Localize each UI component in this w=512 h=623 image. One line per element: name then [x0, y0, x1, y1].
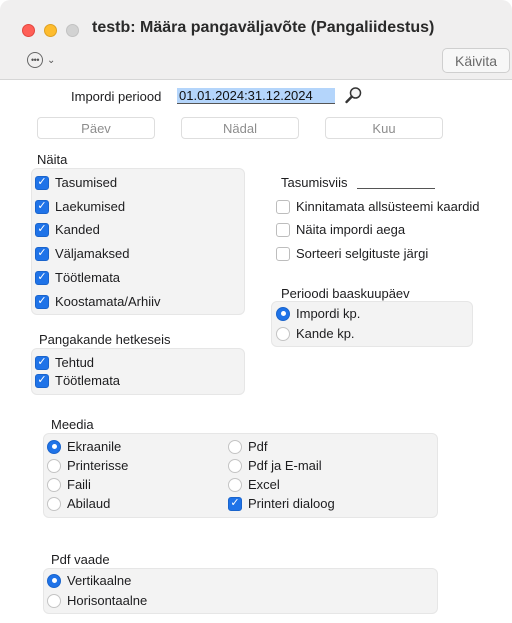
- pdf-view-label: Pdf vaade: [51, 552, 110, 567]
- radio-selected-icon: [47, 573, 61, 588]
- radio-unselected-icon: [228, 477, 242, 492]
- media-excel[interactable]: Excel: [228, 477, 280, 492]
- form-content: Impordi periood 01.01.2024:31.12.2024 Pä…: [0, 80, 512, 623]
- radio-unselected-icon: [276, 326, 290, 341]
- show-item-receipts[interactable]: ✓ Laekumised: [35, 199, 125, 214]
- report-window: testb: Määra pangaväljavõte (Pangaliides…: [0, 0, 512, 623]
- radio-unselected-icon: [228, 439, 242, 454]
- checkbox-checked-icon: ✓: [35, 222, 49, 237]
- base-date-label: Perioodi baaskuupäev: [281, 286, 410, 301]
- media-printer[interactable]: Printerisse: [47, 458, 128, 473]
- bank-status-done[interactable]: ✓ Tehtud: [35, 355, 94, 370]
- month-button[interactable]: Kuu: [325, 117, 443, 139]
- media-printer-dialog[interactable]: ✓ Printeri dialoog: [228, 496, 335, 511]
- search-icon[interactable]: [344, 85, 364, 105]
- title-bar: testb: Määra pangaväljavõte (Pangaliides…: [0, 0, 512, 80]
- radio-unselected-icon: [47, 496, 61, 511]
- checkbox-checked-icon: ✓: [35, 270, 49, 285]
- run-button[interactable]: Käivita: [442, 48, 510, 73]
- base-date-import[interactable]: Impordi kp.: [276, 306, 360, 321]
- pdf-view-landscape[interactable]: Horisontaalne: [47, 593, 147, 608]
- bank-status-label: Pangakande hetkeseis: [39, 332, 171, 347]
- import-period-label: Impordi periood: [71, 89, 162, 104]
- checkbox-checked-icon: ✓: [35, 175, 49, 190]
- show-item-payments[interactable]: ✓ Tasumised: [35, 175, 117, 190]
- checkbox-checked-icon: ✓: [228, 496, 242, 511]
- media-pdf[interactable]: Pdf: [228, 439, 268, 454]
- checkbox-checked-icon: ✓: [35, 355, 49, 370]
- checkbox-unchecked-icon: [276, 199, 290, 214]
- base-date-entry[interactable]: Kande kp.: [276, 326, 355, 341]
- checkbox-unchecked-icon: [276, 246, 290, 261]
- day-button[interactable]: Päev: [37, 117, 155, 139]
- show-item-draft-archive[interactable]: ✓ Koostamata/Arhiiv: [35, 294, 161, 309]
- week-button[interactable]: Nädal: [181, 117, 299, 139]
- pdf-view-portrait[interactable]: Vertikaalne: [47, 573, 131, 588]
- window-title: testb: Määra pangaväljavõte (Pangaliides…: [92, 19, 435, 36]
- show-group: [31, 168, 245, 315]
- radio-unselected-icon: [228, 458, 242, 473]
- option-sort-by-description[interactable]: Sorteeri selgituste järgi: [276, 246, 428, 261]
- media-label: Meedia: [51, 417, 94, 432]
- option-unconfirmed-cards[interactable]: Kinnitamata allsüsteemi kaardid: [276, 199, 480, 214]
- payment-method-field[interactable]: [357, 188, 435, 189]
- checkbox-checked-icon: ✓: [35, 294, 49, 309]
- radio-unselected-icon: [47, 477, 61, 492]
- radio-unselected-icon: [47, 458, 61, 473]
- radio-unselected-icon: [47, 593, 61, 608]
- media-file[interactable]: Faili: [47, 477, 91, 492]
- payment-method-label: Tasumisviis: [281, 175, 348, 190]
- show-item-entries[interactable]: ✓ Kanded: [35, 222, 100, 237]
- more-actions-button[interactable]: ••• ⌄: [27, 52, 55, 68]
- bank-status-unprocessed[interactable]: ✓ Töötlemata: [35, 373, 120, 388]
- checkbox-checked-icon: ✓: [35, 373, 49, 388]
- checkbox-checked-icon: ✓: [35, 246, 49, 261]
- checkbox-checked-icon: ✓: [35, 199, 49, 214]
- media-screen[interactable]: Ekraanile: [47, 439, 121, 454]
- show-item-outgoing[interactable]: ✓ Väljamaksed: [35, 246, 129, 261]
- show-item-unprocessed[interactable]: ✓ Töötlemata: [35, 270, 120, 285]
- radio-selected-icon: [276, 306, 290, 321]
- zoom-window-button[interactable]: [66, 24, 79, 37]
- media-pdf-email[interactable]: Pdf ja E-mail: [228, 458, 322, 473]
- close-window-button[interactable]: [22, 24, 35, 37]
- minimize-window-button[interactable]: [44, 24, 57, 37]
- radio-selected-icon: [47, 439, 61, 454]
- import-period-field[interactable]: 01.01.2024:31.12.2024: [177, 88, 335, 104]
- ellipsis-icon: •••: [27, 52, 43, 68]
- media-clipboard[interactable]: Abilaud: [47, 496, 110, 511]
- option-show-import-time[interactable]: Näita impordi aega: [276, 222, 405, 237]
- chevron-down-icon: ⌄: [47, 54, 56, 66]
- show-section-label: Näita: [37, 152, 68, 167]
- checkbox-unchecked-icon: [276, 222, 290, 237]
